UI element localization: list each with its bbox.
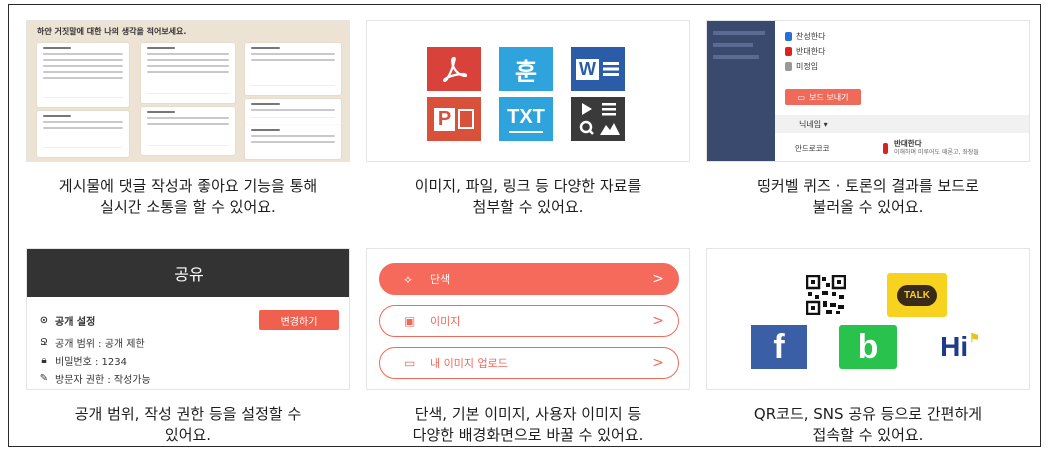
feature-caption: 게시물에 댓글 작성과 좋아요 기능을 통해 실시간 소통을 할 수 있어요. — [58, 177, 318, 216]
paint-bucket-icon: ⟡ — [404, 271, 412, 286]
word-label: W — [576, 58, 599, 80]
chevron-right-icon: > — [652, 271, 664, 287]
lock-icon: 🔒︎ — [41, 355, 47, 366]
section-public-settings: ⊙ 공개 설정 — [39, 315, 96, 328]
post-card[interactable] — [141, 107, 235, 155]
result-nickname: 안드로코코 — [795, 143, 830, 153]
setting-password: 🔒︎ 비밀번호 : 1234 — [39, 353, 127, 368]
monitor-icon: ▭ — [404, 356, 416, 370]
background-option-solid[interactable]: ⟡ 단색 > — [379, 263, 679, 295]
post-card[interactable] — [141, 43, 235, 103]
change-button[interactable]: 변경하기 — [259, 310, 339, 330]
image-icon: ▣ — [404, 314, 416, 328]
feature-caption: 띵커벨 퀴즈 · 토론의 결과를 보드로 불러올 수 있어요. — [757, 177, 979, 216]
person-icon: Ջ — [40, 337, 48, 348]
vote-option-undecided[interactable]: 미정임 — [785, 61, 818, 72]
red-marker-icon — [883, 142, 888, 154]
feature-caption: 공개 범위, 작성 권한 등을 설정할 수 있어요. — [74, 405, 302, 444]
ppt-label: P — [433, 107, 456, 131]
background-option-image[interactable]: ▣ 이미지 > — [379, 305, 679, 337]
red-marker-icon — [785, 47, 792, 56]
pdf-icon — [427, 47, 481, 91]
board-title: 하얀 거짓말에 대한 나의 생각을 적어보세요. — [37, 27, 187, 36]
flag-icon: ⚑ — [969, 331, 980, 345]
sns-preview: TALK f b Hi ⚑ — [706, 248, 1030, 390]
txt-label: TXT — [507, 105, 545, 128]
media-icon — [571, 97, 625, 141]
band-icon[interactable]: b — [839, 325, 897, 369]
nickname-header[interactable]: 닉네임 ▾ — [799, 119, 828, 130]
post-card[interactable] — [245, 43, 341, 95]
gray-marker-icon — [785, 62, 792, 71]
kakaotalk-icon[interactable]: TALK — [887, 273, 947, 317]
hwp-icon: 훈 — [499, 47, 553, 91]
sidebar-panel — [707, 21, 775, 161]
chevron-right-icon: > — [652, 355, 664, 371]
share-settings-preview: 공유 ⊙ 공개 설정 변경하기 Ջ 공개 범위 : 공개 제한 🔒︎ 비밀번호 … — [26, 248, 350, 390]
pencil-icon: ✎ — [39, 373, 49, 384]
background-options-preview: ⟡ 단색 > ▣ 이미지 > ▭ 내 이미지 업로드 > — [366, 248, 690, 390]
post-card[interactable] — [37, 43, 129, 107]
powerpoint-icon: P — [427, 97, 481, 141]
txt-icon: TXT — [499, 97, 553, 141]
board-icon: ▭ — [797, 92, 806, 102]
feature-caption: 이미지, 파일, 링크 등 다양한 자료를 첨부할 수 있어요. — [414, 177, 642, 216]
facebook-icon[interactable]: f — [751, 325, 807, 369]
hi-label: Hi — [940, 331, 969, 362]
background-option-upload[interactable]: ▭ 내 이미지 업로드 > — [379, 347, 679, 379]
vote-preview: 찬성한다 반대한다 미정임 ▭ 보드 보내기 닉네임 ▾ 안드로코코 반대한다 … — [706, 20, 1030, 162]
results-header: 닉네임 ▾ — [775, 115, 1029, 133]
post-card[interactable] — [37, 111, 129, 157]
settings-circle-icon: ⊙ — [39, 315, 49, 326]
vote-option-disagree[interactable]: 반대한다 — [785, 46, 825, 57]
qr-code-icon[interactable] — [801, 275, 851, 315]
share-header: 공유 — [27, 249, 349, 297]
kakaotalk-bubble: TALK — [897, 284, 937, 306]
chevron-right-icon: > — [652, 313, 664, 329]
result-vote: 반대한다 — [894, 139, 922, 148]
hi-class-icon[interactable]: Hi ⚑ — [929, 325, 991, 369]
feature-caption: QR코드, SNS 공유 등으로 간편하게 접속할 수 있어요. — [753, 405, 983, 444]
feature-caption: 단색, 기본 이미지, 사용자 이미지 등 다양한 배경화면으로 바꿀 수 있어… — [412, 405, 644, 444]
vote-option-agree[interactable]: 찬성한다 — [785, 31, 825, 42]
setting-visitor-permission: ✎ 방문자 권한 : 작성가능 — [39, 373, 151, 386]
file-types-preview: 훈 W P TXT — [366, 20, 690, 162]
post-card[interactable] — [245, 125, 341, 159]
result-row: 안드로코코 반대한다 이해하며 미루어도 때론고, 좌장들 — [775, 139, 1029, 157]
board-preview: 하얀 거짓말에 대한 나의 생각을 적어보세요. — [26, 20, 350, 162]
result-comment: 이해하며 미루어도 때론고, 좌장들 — [894, 149, 979, 156]
post-card[interactable] — [245, 99, 341, 127]
word-icon: W — [571, 47, 625, 91]
setting-scope: Ջ 공개 범위 : 공개 제한 — [40, 337, 145, 350]
send-to-board-button[interactable]: ▭ 보드 보내기 — [785, 89, 861, 105]
blue-marker-icon — [785, 32, 792, 41]
